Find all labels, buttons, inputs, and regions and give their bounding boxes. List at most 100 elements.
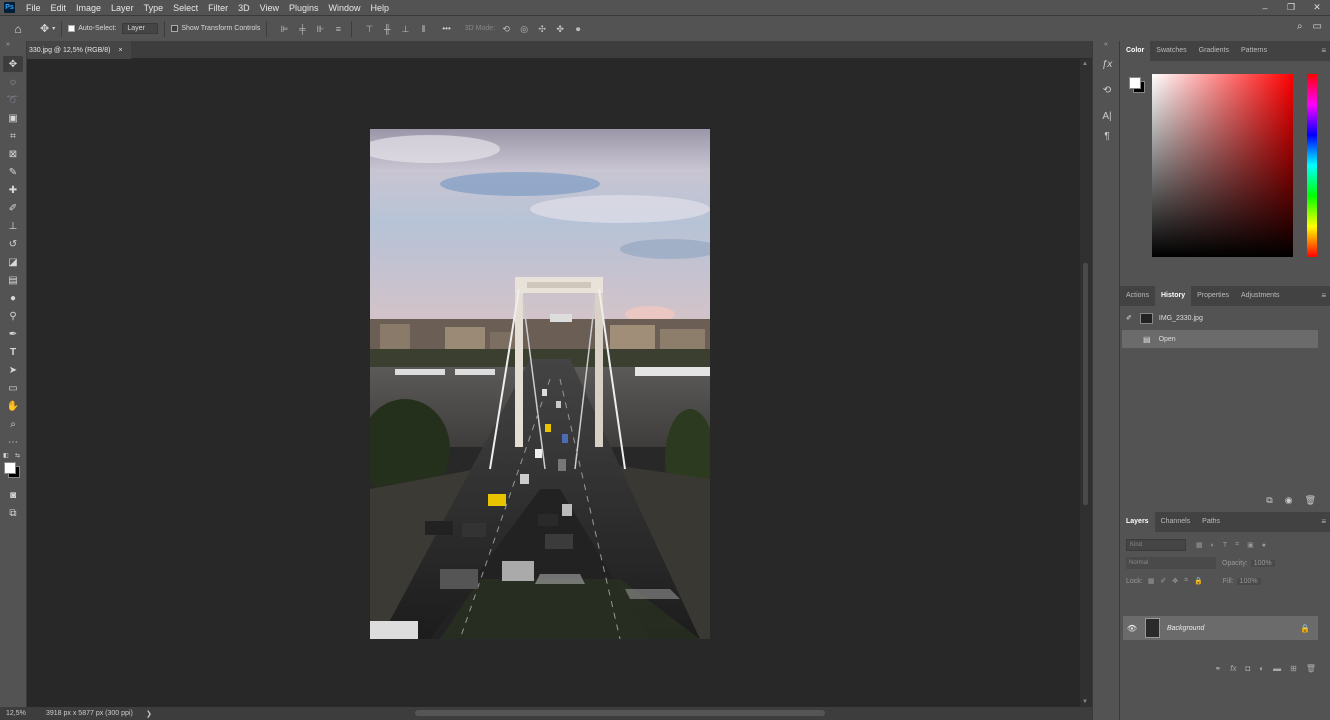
3d-pan-icon[interactable]: ✣ — [535, 23, 549, 35]
show-transform-checkbox[interactable] — [171, 25, 179, 32]
tab-actions[interactable]: Actions — [1120, 286, 1155, 306]
history-state[interactable]: ▤ Open — [1122, 330, 1318, 348]
link-layers-icon[interactable]: ⚭ — [1215, 664, 1222, 673]
layer-background[interactable]: 👁 Background 🔒 — [1123, 616, 1318, 640]
minimize-button[interactable]: – — [1252, 3, 1278, 13]
character-icon[interactable]: A| — [1093, 106, 1121, 126]
menu-plugins[interactable]: Plugins — [284, 3, 324, 13]
horizontal-scroll-thumb[interactable] — [415, 710, 825, 716]
zoom-level[interactable]: 12,5% — [6, 710, 46, 717]
color-field[interactable] — [1152, 74, 1293, 257]
opacity-value[interactable]: 100% — [1250, 559, 1275, 567]
collapse-grip[interactable]: » — [0, 41, 26, 55]
adjustment-layer-icon[interactable]: ◐ — [1259, 664, 1264, 673]
tab-history[interactable]: History — [1154, 286, 1192, 306]
path-select-icon[interactable]: ➤ — [3, 362, 23, 378]
color-swatches[interactable]: ◧ ⇆ — [0, 452, 26, 486]
menu-type[interactable]: Type — [139, 3, 169, 13]
align-middle-icon[interactable]: ╫ — [380, 23, 394, 35]
fill-value[interactable]: 100% — [1236, 577, 1261, 585]
menu-image[interactable]: Image — [71, 3, 106, 13]
tab-gradients[interactable]: Gradients — [1193, 41, 1235, 61]
stamp-tool-icon[interactable]: ⊥ — [3, 218, 23, 234]
menu-3d[interactable]: 3D — [233, 3, 255, 13]
move-tool-icon[interactable]: ✥ — [3, 56, 23, 72]
gradient-tool-icon[interactable]: ▤ — [3, 272, 23, 288]
workspace-icon[interactable]: ▭ — [1313, 21, 1322, 32]
filter-shape-icon[interactable]: ⌗ — [1235, 541, 1239, 549]
3d-camera-icon[interactable]: ⏺ — [571, 23, 585, 35]
menu-window[interactable]: Window — [324, 3, 366, 13]
type-tool-icon[interactable]: T — [3, 344, 23, 360]
lock-transparent-icon[interactable]: ▦ — [1148, 577, 1155, 585]
dodge-tool-icon[interactable]: ⚲ — [3, 308, 23, 324]
new-group-icon[interactable]: ▬ — [1273, 664, 1281, 673]
delete-layer-icon[interactable]: 🗑 — [1306, 664, 1316, 673]
filter-smart-icon[interactable]: ▣ — [1247, 541, 1254, 549]
visibility-eye-icon[interactable]: 👁 — [1125, 624, 1139, 633]
new-layer-icon[interactable]: ⊞ — [1290, 664, 1297, 673]
default-colors-icon[interactable]: ◧ — [3, 452, 9, 459]
tab-swatches[interactable]: Swatches — [1150, 41, 1192, 61]
search-icon[interactable]: ⌕ — [1297, 21, 1303, 32]
menu-file[interactable]: File — [21, 3, 46, 13]
menu-help[interactable]: Help — [366, 3, 395, 13]
align-bottom-icon[interactable]: ⊥ — [398, 23, 412, 35]
new-document-from-state-icon[interactable]: ⧉ — [1266, 495, 1272, 506]
more-options-icon[interactable]: ••• — [442, 24, 450, 33]
libraries-icon[interactable]: ƒx — [1093, 54, 1121, 74]
close-button[interactable]: ✕ — [1304, 2, 1330, 13]
foreground-color-swatch[interactable] — [1129, 77, 1141, 89]
crop-tool-icon[interactable]: ⌗ — [3, 128, 23, 144]
scroll-down-icon[interactable]: ▼ — [1082, 699, 1088, 705]
swap-colors-icon[interactable]: ⇆ — [15, 452, 20, 459]
tab-channels[interactable]: Channels — [1155, 512, 1197, 532]
history-snapshot[interactable]: ✐ IMG_2330.jpg — [1120, 309, 1330, 327]
menu-layer[interactable]: Layer — [106, 3, 139, 13]
align-top-icon[interactable]: ⊤ — [362, 23, 376, 35]
brush-tool-icon[interactable]: ✐ — [3, 200, 23, 216]
lasso-tool-icon[interactable]: ➰ — [3, 92, 23, 108]
lock-position-icon[interactable]: ✥ — [1172, 577, 1178, 585]
filter-type-icon[interactable]: T — [1223, 542, 1227, 549]
panel-menu-icon[interactable]: ≡ — [1321, 517, 1326, 526]
canvas-area[interactable] — [27, 59, 1080, 707]
quick-mask-icon[interactable]: ◙ — [3, 487, 23, 503]
3d-orbit-icon[interactable]: ⟲ — [499, 23, 513, 35]
lock-all-icon[interactable]: 🔒 — [1194, 577, 1203, 585]
panel-menu-icon[interactable]: ≡ — [1321, 46, 1326, 55]
foreground-color-swatch[interactable] — [4, 462, 16, 474]
menu-filter[interactable]: Filter — [203, 3, 233, 13]
status-menu-icon[interactable]: ❯ — [146, 710, 152, 718]
history-brush-icon[interactable]: ↺ — [3, 236, 23, 252]
hue-slider[interactable] — [1307, 74, 1317, 257]
move-tool-icon[interactable]: ✥ — [40, 22, 49, 35]
auto-select-checkbox[interactable] — [68, 25, 76, 32]
panel-menu-icon[interactable]: ≡ — [1321, 291, 1326, 300]
eyedropper-tool-icon[interactable]: ✎ — [3, 164, 23, 180]
add-mask-icon[interactable]: ◘ — [1245, 664, 1250, 673]
eraser-tool-icon[interactable]: ◪ — [3, 254, 23, 270]
chevron-down-icon[interactable]: ▾ — [52, 25, 55, 32]
frame-tool-icon[interactable]: ⊠ — [3, 146, 23, 162]
screen-mode-icon[interactable]: ⧉ — [3, 505, 23, 521]
tab-paths[interactable]: Paths — [1196, 512, 1226, 532]
distribute-vertical-icon[interactable]: ⦀ — [416, 23, 430, 35]
object-select-tool-icon[interactable]: ▣ — [3, 110, 23, 126]
history-mini-icon[interactable]: ⟲ — [1093, 80, 1121, 100]
tab-color[interactable]: Color — [1120, 41, 1151, 61]
tab-layers[interactable]: Layers — [1120, 512, 1155, 532]
menu-view[interactable]: View — [255, 3, 284, 13]
document-image[interactable] — [370, 129, 710, 639]
more-tools-icon[interactable]: ⋯ — [3, 434, 23, 450]
filter-toggle-icon[interactable]: ● — [1262, 542, 1266, 549]
brush-source-icon[interactable]: ✐ — [1126, 314, 1132, 322]
marquee-tool-icon[interactable]: ◌ — [3, 74, 23, 90]
hand-tool-icon[interactable]: ✋ — [3, 398, 23, 414]
auto-select-dropdown[interactable]: Layer — [122, 23, 159, 34]
pen-tool-icon[interactable]: ✒ — [3, 326, 23, 342]
rectangle-tool-icon[interactable]: ▭ — [3, 380, 23, 396]
tab-adjustments[interactable]: Adjustments — [1235, 286, 1286, 306]
lock-artboard-icon[interactable]: ⌗ — [1184, 577, 1188, 585]
paragraph-icon[interactable]: ¶ — [1093, 126, 1121, 146]
